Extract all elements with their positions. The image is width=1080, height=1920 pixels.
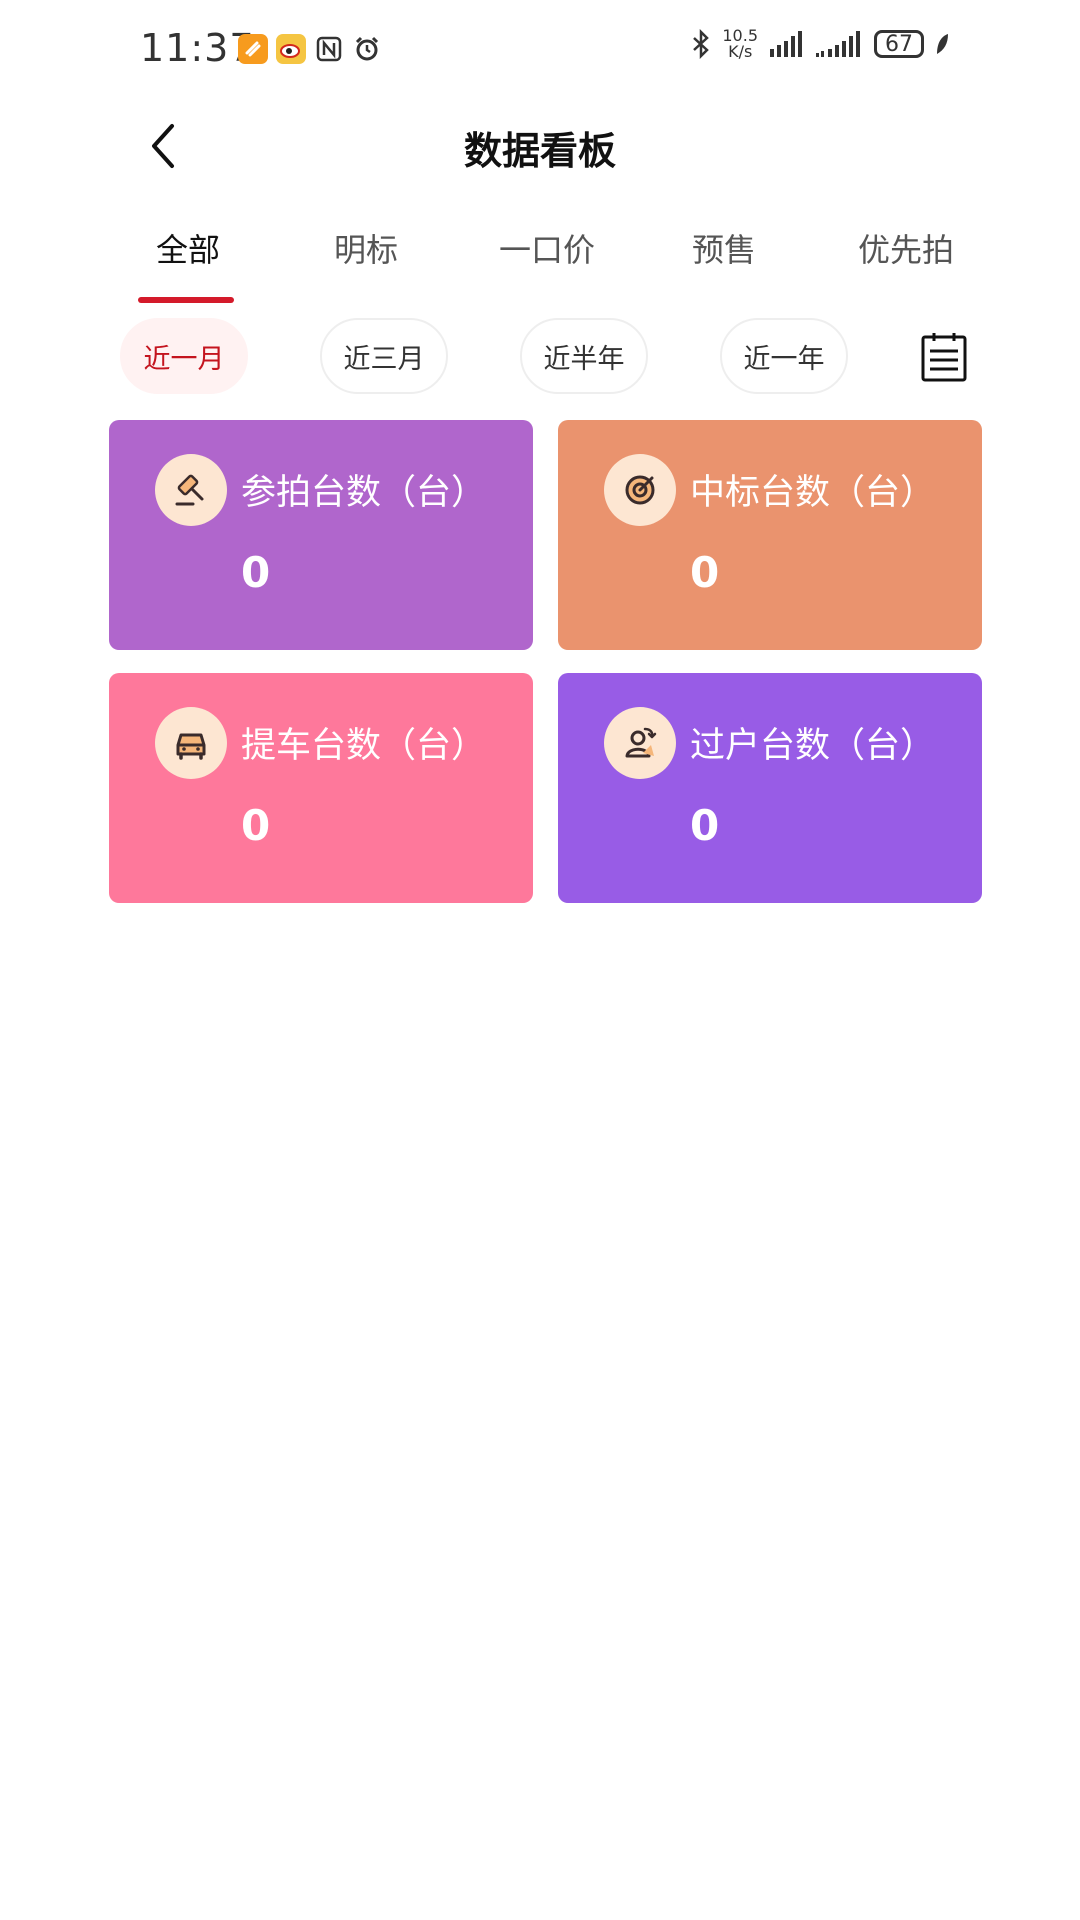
active-tab-indicator — [138, 297, 234, 303]
transfer-user-icon — [604, 707, 676, 779]
stat-card-transfer-count[interactable]: 过户台数（台） 0 — [558, 673, 982, 903]
period-chip-half-year[interactable]: 近半年 — [520, 318, 648, 394]
car-icon — [155, 707, 227, 779]
period-chip-1-year[interactable]: 近一年 — [720, 318, 848, 394]
system-status-icons: 10.5 K/s 67 — [690, 28, 950, 60]
network-speed: 10.5 K/s — [722, 26, 758, 61]
gavel-icon — [155, 454, 227, 526]
card-title: 过户台数（台） — [690, 726, 936, 766]
period-chip-3-months[interactable]: 近三月 — [320, 318, 448, 394]
tab-presale[interactable]: 预售 — [689, 225, 759, 271]
nfc-icon — [314, 34, 344, 64]
card-value: 0 — [690, 801, 720, 850]
category-tabs: 全部 明标 一口价 预售 优先拍 — [95, 225, 995, 305]
tab-fixed-price[interactable]: 一口价 — [492, 225, 602, 271]
status-bar: 11:37 10.5 K/s 67 — [0, 0, 1080, 100]
calendar-icon — [921, 333, 967, 382]
page-title: 数据看板 — [463, 129, 616, 173]
card-title: 中标台数（台） — [690, 473, 936, 513]
header: 数据看板 — [0, 100, 1080, 190]
battery-indicator: 67 — [874, 30, 924, 58]
stat-card-pickup-count[interactable]: 提车台数（台） 0 — [109, 673, 533, 903]
tab-all[interactable]: 全部 — [153, 225, 223, 271]
card-value: 0 — [241, 801, 271, 850]
period-filter: 近一月 近三月 近半年 近一年 — [120, 318, 980, 398]
target-icon — [604, 454, 676, 526]
bluetooth-icon — [693, 29, 710, 59]
card-value: 0 — [690, 548, 720, 597]
alarm-icon — [352, 34, 382, 64]
signal-icon — [770, 31, 802, 57]
card-title: 提车台数（台） — [241, 726, 487, 766]
tab-priority-auction[interactable]: 优先拍 — [851, 225, 961, 271]
signal-icon-2 — [816, 31, 860, 57]
card-value: 0 — [241, 548, 271, 597]
period-chip-1-month[interactable]: 近一月 — [120, 318, 248, 394]
calendar-button[interactable] — [920, 331, 968, 383]
notification-icons — [238, 34, 382, 64]
stat-card-auction-count[interactable]: 参拍台数（台） 0 — [109, 420, 533, 650]
leaf-icon — [937, 34, 948, 54]
weibo-icon — [276, 34, 306, 64]
card-title: 参拍台数（台） — [241, 473, 487, 513]
stat-card-won-count[interactable]: 中标台数（台） 0 — [558, 420, 982, 650]
app-notification-icon — [238, 34, 268, 64]
tab-open-bid[interactable]: 明标 — [331, 225, 401, 271]
